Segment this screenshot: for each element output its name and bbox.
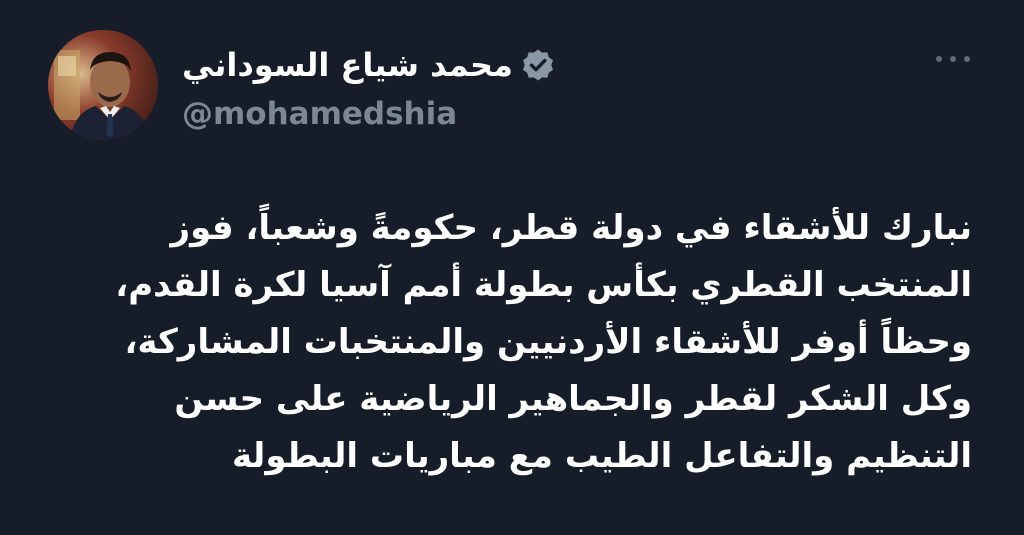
name-row: محمد شياع السوداني xyxy=(182,40,555,90)
tweet-text-line: وحظاً أوفر للأشقاء الأردنيين والمنتخبات … xyxy=(124,322,972,362)
tweet-text-line: وكل الشكر لقطر والجماهير الرياضية على حس… xyxy=(174,379,972,419)
display-name[interactable]: محمد شياع السوداني xyxy=(182,40,513,90)
verified-badge-icon xyxy=(521,48,555,82)
tweet-text: نبارك للأشقاء في دولة قطر، حكومةً وشعباً… xyxy=(115,200,972,500)
profile-photo-icon xyxy=(48,30,158,140)
tweet-header: محمد شياع السوداني @mohamedshia xyxy=(182,40,682,140)
tweet-text-line: المنتخب القطري بكأس بطولة أمم آسيا لكرة … xyxy=(115,265,972,305)
avatar[interactable] xyxy=(48,30,158,140)
more-options-icon xyxy=(936,56,970,62)
tweet-card: محمد شياع السوداني @mohamedshia نبارك لل… xyxy=(0,0,1024,535)
handle[interactable]: @mohamedshia xyxy=(182,92,457,136)
tweet-text-line: نبارك للأشقاء في دولة قطر، حكومةً وشعباً… xyxy=(170,208,972,248)
tweet-text-line: التنظيم والتفاعل الطيب مع مباريات البطول… xyxy=(231,436,972,476)
more-options-button[interactable] xyxy=(930,44,976,74)
